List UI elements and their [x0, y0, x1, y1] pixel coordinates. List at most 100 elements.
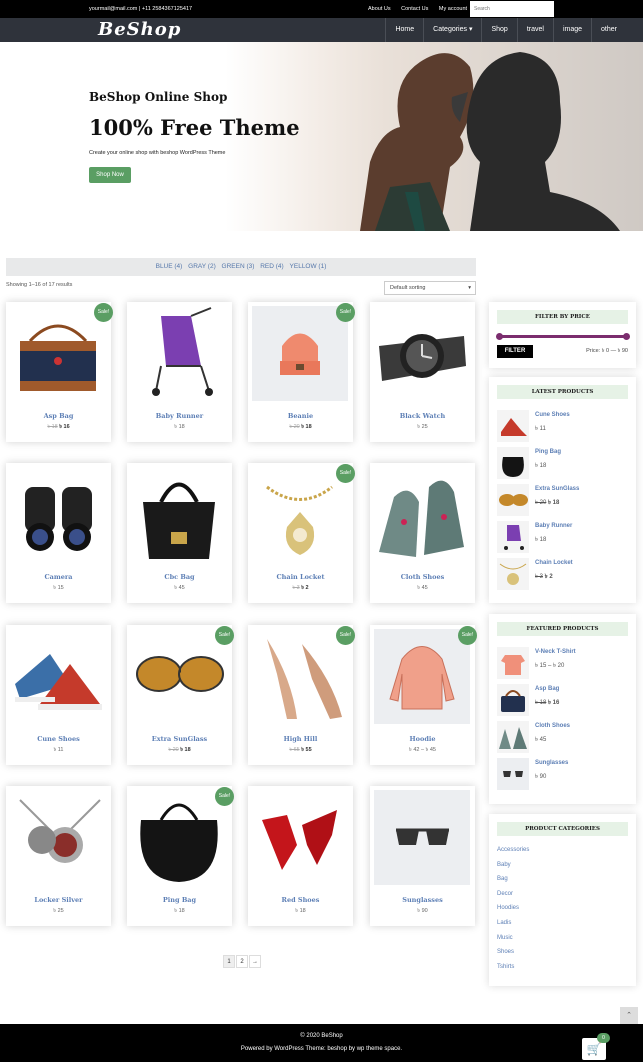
color-filter-blue[interactable]: BLUE (4)	[156, 263, 183, 270]
product-card-extra-sunglass[interactable]: Sale! Extra SunGlass ৳ 20 ৳ 18	[127, 625, 234, 765]
product-card-high-hill[interactable]: Sale! High Hill ৳ 65 ৳ 55	[248, 625, 355, 765]
product-image[interactable]	[252, 790, 348, 885]
product-name[interactable]: V-Neck T-Shirt	[535, 649, 576, 655]
sort-select[interactable]: Default sorting	[384, 281, 476, 295]
product-name[interactable]: Cloth Shoes	[535, 723, 570, 729]
search-input[interactable]	[470, 1, 554, 17]
product-name[interactable]: Black Watch	[370, 412, 475, 420]
color-filter-gray[interactable]: GRAY (2)	[188, 263, 216, 270]
product-image[interactable]	[252, 306, 348, 401]
product-name[interactable]: High Hill	[248, 735, 353, 743]
product-image[interactable]	[131, 467, 227, 562]
nav-shop[interactable]: Shop	[481, 18, 516, 42]
product-name[interactable]: Hoodie	[370, 735, 475, 743]
product-name[interactable]: Extra SunGlass	[535, 486, 579, 492]
product-card-beanie[interactable]: Sale! Beanie ৳ 20 ৳ 18	[248, 302, 355, 442]
product-name[interactable]: Locker Silver	[6, 896, 111, 904]
product-card-sunglasses[interactable]: Sunglasses ৳ 90	[370, 786, 475, 926]
product-thumb[interactable]	[497, 484, 529, 516]
product-image[interactable]	[374, 306, 470, 401]
product-name[interactable]: Asp Bag	[535, 686, 559, 692]
page-1[interactable]: 1	[223, 955, 235, 968]
price-slider[interactable]	[496, 333, 630, 340]
product-name[interactable]: Red Shoes	[248, 896, 353, 904]
product-thumb[interactable]	[497, 647, 529, 679]
product-thumb[interactable]	[497, 447, 529, 479]
shop-now-button[interactable]: Shop Now	[89, 167, 131, 183]
product-card-chain-locket[interactable]: Sale! Chain Locket ৳ 3 ৳ 2	[248, 463, 355, 603]
product-image[interactable]	[10, 629, 106, 724]
page-2[interactable]: 2	[236, 955, 248, 968]
latest-product-item[interactable]: Extra SunGlass ৳ 20 ৳ 18	[497, 484, 628, 516]
color-filter-red[interactable]: RED (4)	[260, 263, 283, 270]
product-name[interactable]: Chain Locket	[535, 560, 573, 566]
about-us-link[interactable]: About Us	[368, 6, 391, 12]
product-thumb[interactable]	[497, 558, 529, 590]
product-image[interactable]	[374, 790, 470, 885]
color-filter-green[interactable]: GREEN (3)	[222, 263, 255, 270]
product-card-cbc-bag[interactable]: Cbc Bag ৳ 45	[127, 463, 232, 603]
featured-product-item[interactable]: V-Neck T-Shirt ৳ 15 – ৳ 20	[497, 647, 628, 679]
product-name[interactable]: Ping Bag	[535, 449, 561, 455]
product-thumb[interactable]	[497, 758, 529, 790]
category-tshirts[interactable]: Tshirts	[497, 964, 636, 979]
product-thumb[interactable]	[497, 521, 529, 553]
product-card-cune-shoes[interactable]: Cune Shoes ৳ 11	[6, 625, 111, 765]
product-image[interactable]	[10, 467, 106, 562]
product-name[interactable]: Beanie	[248, 412, 353, 420]
product-name[interactable]: Cloth Shoes	[370, 573, 475, 581]
latest-product-item[interactable]: Cune Shoes ৳ 11	[497, 410, 628, 442]
product-name[interactable]: Cune Shoes	[535, 412, 570, 418]
product-card-camera[interactable]: Camera ৳ 15	[6, 463, 111, 603]
product-card-asp-bag[interactable]: Sale! Asp Bag ৳ 18 ৳ 16	[6, 302, 113, 442]
nav-travel[interactable]: travel	[516, 18, 553, 42]
nav-categories[interactable]: Categories ▾	[423, 18, 481, 42]
featured-product-item[interactable]: Cloth Shoes ৳ 45	[497, 721, 628, 753]
latest-product-item[interactable]: Baby Runner ৳ 18	[497, 521, 628, 553]
product-image[interactable]	[131, 629, 227, 724]
product-image[interactable]	[252, 629, 348, 724]
product-name[interactable]: Chain Locket	[248, 573, 353, 581]
product-name[interactable]: Baby Runner	[535, 523, 572, 529]
product-name[interactable]: Cune Shoes	[6, 735, 111, 743]
product-image[interactable]	[131, 790, 227, 885]
product-card-locker-silver[interactable]: Locker Silver ৳ 25	[6, 786, 111, 926]
product-name[interactable]: Extra SunGlass	[127, 735, 232, 743]
latest-product-item[interactable]: Chain Locket ৳ 3 ৳ 2	[497, 558, 628, 590]
product-thumb[interactable]	[497, 410, 529, 442]
product-card-black-watch[interactable]: Black Watch ৳ 25	[370, 302, 475, 442]
latest-product-item[interactable]: Ping Bag ৳ 18	[497, 447, 628, 479]
nav-image[interactable]: image	[552, 18, 591, 42]
nav-home[interactable]: Home	[385, 18, 423, 42]
color-filter-yellow[interactable]: YELLOW (1)	[290, 263, 327, 270]
product-thumb[interactable]	[497, 721, 529, 753]
product-name[interactable]: Ping Bag	[127, 896, 232, 904]
product-card-baby-runner[interactable]: Baby Runner ৳ 18	[127, 302, 232, 442]
product-name[interactable]: Camera	[6, 573, 111, 581]
product-card-hoodie[interactable]: Sale! Hoodie ৳ 42 – ৳ 45	[370, 625, 477, 765]
product-thumb[interactable]	[497, 684, 529, 716]
product-image[interactable]	[131, 306, 227, 401]
filter-button[interactable]: FILTER	[497, 345, 533, 358]
my-account-link[interactable]: My account	[439, 6, 467, 12]
category-bag[interactable]: Bag	[497, 876, 636, 891]
product-image[interactable]	[10, 306, 106, 401]
product-image[interactable]	[374, 629, 470, 724]
product-image[interactable]	[252, 467, 348, 562]
product-name[interactable]: Baby Runner	[127, 412, 232, 420]
slider-handle-max[interactable]	[623, 333, 630, 340]
category-music[interactable]: Music	[497, 935, 636, 950]
scroll-to-top-button[interactable]: ⌃	[620, 1007, 638, 1025]
site-logo[interactable]: BeShop	[98, 19, 181, 40]
product-name[interactable]: Sunglasses	[535, 760, 568, 766]
product-image[interactable]	[10, 790, 106, 885]
product-image[interactable]	[374, 467, 470, 562]
product-card-ping-bag[interactable]: Sale! Ping Bag ৳ 18	[127, 786, 234, 926]
product-name[interactable]: Cbc Bag	[127, 573, 232, 581]
category-shoes[interactable]: Shoes	[497, 949, 636, 964]
product-name[interactable]: Asp Bag	[6, 412, 111, 420]
nav-other[interactable]: other	[591, 18, 643, 42]
category-ladis[interactable]: Ladis	[497, 920, 636, 935]
product-name[interactable]: Sunglasses	[370, 896, 475, 904]
contact-us-link[interactable]: Contact Us	[401, 6, 428, 12]
